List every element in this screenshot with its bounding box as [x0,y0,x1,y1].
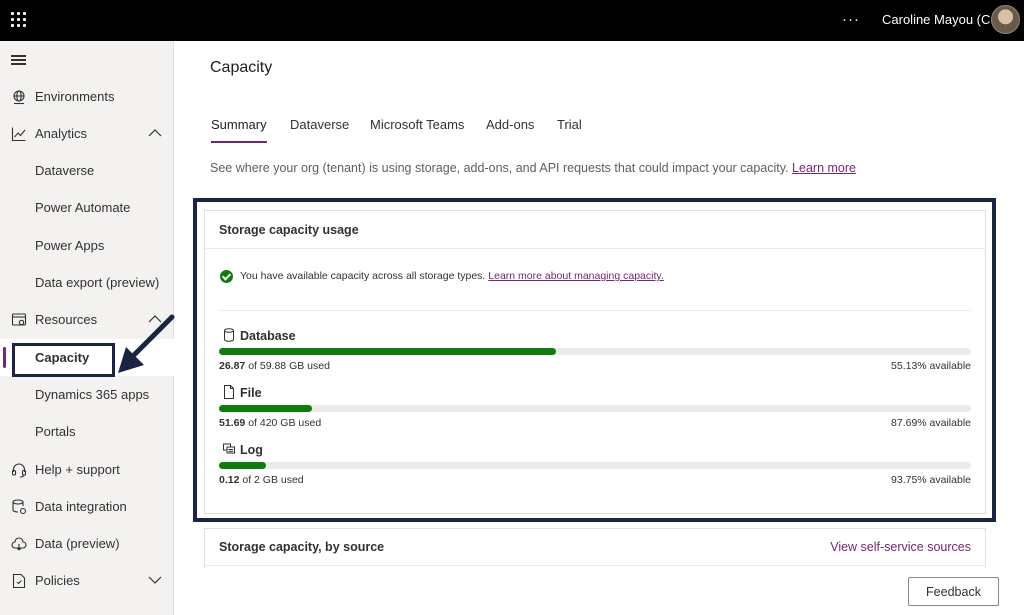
sidebar-item-power-automate[interactable]: Power Automate [0,189,174,226]
storage-name: File [240,386,262,400]
used-amount: 51.69 [219,417,246,429]
usage-text: 26.87 of 59.88 GB used [219,360,330,372]
sidebar-item-label: Power Apps [35,238,105,253]
usage-bar [219,462,971,469]
usage-bar [219,348,971,355]
used-amount: 0.12 [219,474,240,486]
sidebar-item-data-export[interactable]: Data export (preview) [0,264,174,301]
sidebar-item-dynamics-365-apps[interactable]: Dynamics 365 apps [0,376,174,413]
sidebar-item-analytics[interactable]: Analytics [0,115,174,152]
app-launcher-icon[interactable] [11,12,26,27]
chevron-down-icon[interactable] [148,575,162,585]
sidebar-item-environments[interactable]: Environments [0,78,174,115]
sidebar-item-label: Dataverse [35,163,95,178]
storage-name: Log [240,443,263,457]
total-amount: of 420 GB used [245,417,322,429]
status-text: You have available capacity across all s… [240,270,486,282]
sidebar-item-label: Policies [35,573,80,588]
user-name[interactable]: Caroline Mayou (C... [882,12,1001,27]
divider [219,310,971,311]
sidebar-item-label: Help + support [35,462,120,477]
tab-summary[interactable]: Summary [211,117,267,132]
usage-text: 0.12 of 2 GB used [219,474,304,486]
total-amount: of 59.88 GB used [245,360,330,372]
cloud-data-icon [11,537,27,551]
sidebar-item-data-preview[interactable]: Data (preview) [0,525,174,562]
storage-item-log: Log 0.12 of 2 GB used 93.75% available [219,442,971,498]
sidebar-item-policies[interactable]: Policies [0,562,174,599]
data-integration-icon [12,499,27,515]
storage-by-source-card: Storage capacity, by source View self-se… [204,528,986,568]
database-icon [224,328,234,342]
usage-bar-fill [219,405,312,412]
sidebar: Environments Analytics Dataverse Power A… [0,41,175,615]
storage-item-file: File 51.69 of 420 GB used 87.69% availab… [219,385,971,441]
sidebar-item-label: Environments [35,89,115,104]
usage-text: 51.69 of 420 GB used [219,417,321,429]
storage-capacity-card: Storage capacity usage You have availabl… [204,210,986,514]
globe-icon [13,90,25,105]
used-amount: 26.87 [219,360,246,372]
available-text: 93.75% available [891,474,971,486]
sidebar-item-label: Portals [35,424,76,439]
main-content: Capacity Summary Dataverse Microsoft Tea… [175,41,1024,615]
storage-item-database: Database 26.87 of 59.88 GB used 55.13% a… [219,328,971,384]
tab-trial[interactable]: Trial [557,117,582,132]
capacity-status: You have available capacity across all s… [240,270,664,282]
total-amount: of 2 GB used [239,474,304,486]
headset-icon [11,463,27,478]
tab-dataverse[interactable]: Dataverse [290,117,349,132]
policies-icon [12,573,26,589]
tab-add-ons[interactable]: Add-ons [486,117,534,132]
page-description: See where your org (tenant) is using sto… [210,161,856,175]
sidebar-item-label: Resources [35,312,98,327]
page-title: Capacity [210,59,273,76]
learn-more-link[interactable]: Learn more [792,161,856,175]
available-text: 55.13% available [891,360,971,372]
avatar[interactable] [991,5,1020,34]
sidebar-item-label: Dynamics 365 apps [35,387,150,402]
card-title: Storage capacity, by source [219,540,385,554]
sidebar-item-label: Data (preview) [35,536,120,551]
usage-bar-fill [219,462,266,469]
active-tab-indicator [211,141,267,143]
chevron-up-icon[interactable] [148,128,162,138]
sidebar-item-power-apps[interactable]: Power Apps [0,227,174,264]
available-text: 87.69% available [891,417,971,429]
checkmark-circle-icon [220,270,233,283]
usage-bar-fill [219,348,557,355]
sidebar-item-portals[interactable]: Portals [0,413,174,450]
sidebar-item-data-integration[interactable]: Data integration [0,488,174,525]
annotation-highlight-box [12,343,115,377]
selection-indicator [3,347,6,368]
divider [205,565,985,566]
more-options-icon[interactable]: ··· [842,11,860,28]
card-title: Storage capacity usage [219,223,359,237]
sidebar-item-label: Power Automate [35,200,131,215]
annotation-arrow-icon [118,314,175,373]
usage-bar [219,405,971,412]
log-icon [223,443,235,454]
description-text: See where your org (tenant) is using sto… [210,161,789,175]
feedback-button[interactable]: Feedback [908,577,999,606]
storage-name: Database [240,329,296,343]
hamburger-menu-icon[interactable] [11,55,26,65]
divider [205,248,985,249]
sidebar-item-label: Data integration [35,499,127,514]
tab-microsoft-teams[interactable]: Microsoft Teams [370,117,464,132]
resources-icon [11,313,27,326]
sidebar-item-help-support[interactable]: Help + support [0,451,174,488]
chart-icon [11,127,26,142]
self-service-sources-link[interactable]: View self-service sources [830,540,971,554]
sidebar-item-label: Analytics [35,126,88,141]
file-icon [224,385,234,399]
sidebar-item-dataverse[interactable]: Dataverse [0,152,174,189]
sidebar-item-label: Data export (preview) [35,275,160,290]
managing-capacity-link[interactable]: Learn more about managing capacity. [488,270,664,282]
top-bar: ··· Caroline Mayou (C... [0,0,1024,41]
